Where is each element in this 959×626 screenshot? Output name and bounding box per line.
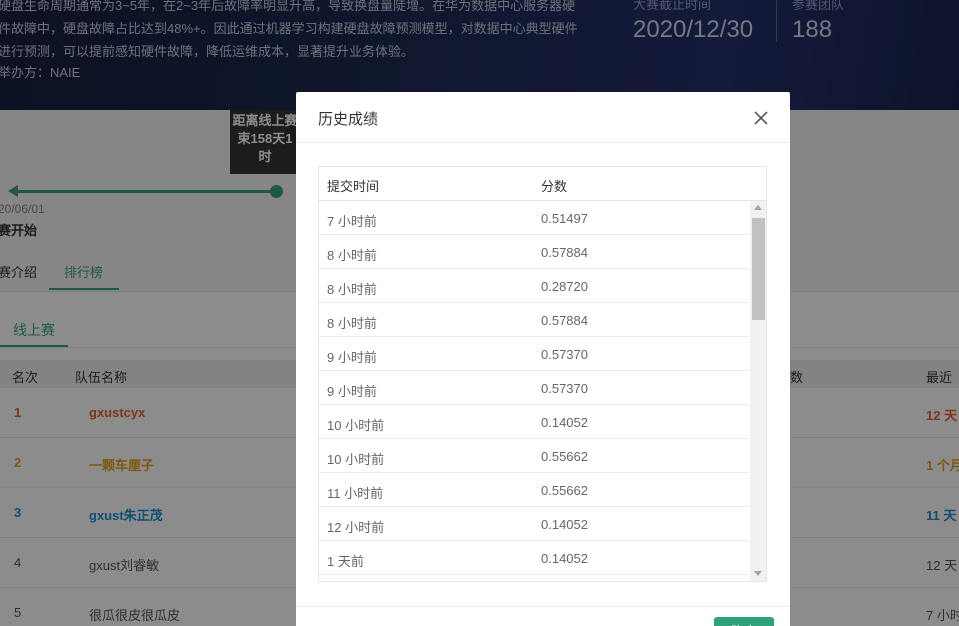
table-row: 9 小时前 0.57370 [319, 371, 749, 405]
confirm-button[interactable]: 确定 [714, 617, 774, 626]
table-row: 9 小时前 0.57370 [319, 337, 749, 371]
score-cell: 0.55662 [541, 449, 588, 464]
score-cell: 0.51497 [541, 211, 588, 226]
table-row: 7 小时前 0.51497 [319, 201, 749, 235]
score-cell: 0.57370 [541, 347, 588, 362]
table-header: 提交时间 分数 [319, 167, 766, 201]
scroll-thumb[interactable] [752, 218, 765, 320]
table-row: 8 小时前 0.28720 [319, 269, 749, 303]
header-submit-time: 提交时间 [327, 179, 380, 194]
score-list[interactable]: 7 小时前 0.51497 8 小时前 0.57884 8 小时前 0.28720 8 小时… [319, 201, 749, 581]
table-row: 10 小时前 0.14052 [319, 405, 749, 439]
score-cell: 0.57884 [541, 313, 588, 328]
scrollbar[interactable] [750, 201, 766, 581]
dialog-header: 历史成绩 [296, 92, 790, 143]
score-cell: 0.14052 [541, 551, 588, 566]
table-row: 8 小时前 0.57884 [319, 303, 749, 337]
submit-time-cell: 10 小时前 [327, 452, 385, 467]
table-row: 1 天前 0.14052 [319, 541, 749, 575]
table-row: 12 小时前 0.14052 [319, 507, 749, 541]
submit-time-cell: 10 小时前 [327, 418, 385, 433]
dialog-title: 历史成绩 [318, 111, 379, 128]
submit-time-cell: 9 小时前 [327, 350, 377, 365]
score-cell: 0.14052 [541, 517, 588, 532]
submit-time-cell: 9 小时前 [327, 384, 377, 399]
table-row: 10 小时前 0.55662 [319, 439, 749, 473]
submit-time-cell: 12 小时前 [327, 520, 385, 535]
submit-time-cell: 8 小时前 [327, 282, 377, 297]
score-cell: 0.28720 [541, 279, 588, 294]
table-row: 8 小时前 0.57884 [319, 235, 749, 269]
header-score: 分数 [541, 179, 568, 194]
score-cell: 0.57370 [541, 381, 588, 396]
submit-time-cell: 8 小时前 [327, 248, 377, 263]
score-history-table: 提交时间 分数 7 小时前 0.51497 8 小时前 0.57884 8 小时前 0.2… [318, 166, 767, 582]
submit-time-cell: 8 小时前 [327, 316, 377, 331]
table-row: 11 小时前 0.55662 [319, 473, 749, 507]
score-cell: 0.14052 [541, 415, 588, 430]
submit-time-cell: 7 小时前 [327, 214, 377, 229]
history-scores-dialog: 历史成绩 提交时间 分数 7 小时前 0.51497 8 小时前 0.57884 8 小… [296, 92, 790, 626]
submit-time-cell: 1 天前 [327, 554, 364, 569]
dialog-footer-divider [296, 606, 790, 607]
score-cell: 0.57884 [541, 245, 588, 260]
submit-time-cell: 11 小时前 [327, 486, 384, 501]
scroll-up-icon[interactable] [754, 205, 762, 210]
close-icon[interactable] [754, 111, 768, 125]
scroll-down-icon[interactable] [754, 571, 762, 576]
score-cell: 0.55662 [541, 483, 588, 498]
